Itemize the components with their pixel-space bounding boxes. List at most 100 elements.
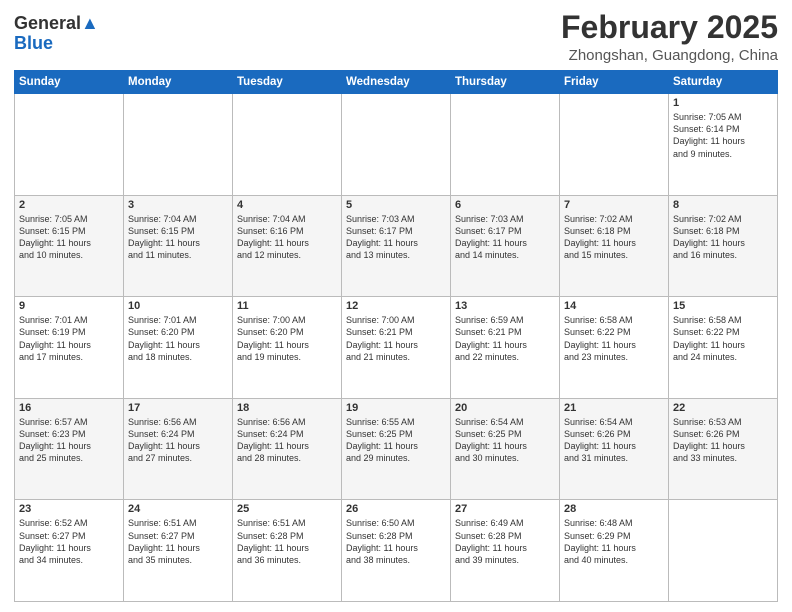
day-number: 5	[346, 199, 446, 211]
day-number: 1	[673, 97, 773, 109]
day-number: 21	[564, 402, 664, 414]
day-number: 16	[19, 402, 119, 414]
table-cell: 9 Sunrise: 7:01 AM Sunset: 6:19 PM Daylig…	[15, 297, 124, 399]
table-cell: 20Sunrise: 6:54 AM Sunset: 6:25 PM Dayli…	[451, 398, 560, 500]
day-number: 17	[128, 402, 228, 414]
table-cell	[124, 94, 233, 196]
day-info: Sunrise: 6:58 AM Sunset: 6:22 PM Dayligh…	[564, 314, 664, 363]
table-cell: 13 Sunrise: 6:59 AM Sunset: 6:21 PM Dayli…	[451, 297, 560, 399]
logo: General▲ Blue	[14, 14, 99, 54]
day-info: Sunrise: 7:04 AM Sunset: 6:15 PM Dayligh…	[128, 213, 228, 262]
day-number: 10	[128, 300, 228, 312]
calendar-week-row: 9 Sunrise: 7:01 AM Sunset: 6:19 PM Daylig…	[15, 297, 778, 399]
calendar-table: Sunday Monday Tuesday Wednesday Thursday…	[14, 70, 778, 602]
table-cell: 15 Sunrise: 6:58 AM Sunset: 6:22 PM Dayli…	[669, 297, 778, 399]
day-number: 6	[455, 199, 555, 211]
day-number: 8	[673, 199, 773, 211]
table-cell: 21 Sunrise: 6:54 AM Sunset: 6:26 PM Dayli…	[560, 398, 669, 500]
day-info: Sunrise: 6:56 AM Sunset: 6:24 PM Dayligh…	[237, 416, 337, 465]
day-number: 9	[19, 300, 119, 312]
logo-icon: ▲	[81, 13, 99, 33]
header: General▲ Blue February 2025 Zhongshan, G…	[14, 10, 778, 64]
table-cell: 2Sunrise: 7:05 AM Sunset: 6:15 PM Daylig…	[15, 195, 124, 297]
day-number: 23	[19, 503, 119, 515]
header-sunday: Sunday	[15, 71, 124, 94]
table-cell: 25Sunrise: 6:51 AM Sunset: 6:28 PM Dayli…	[233, 500, 342, 602]
header-friday: Friday	[560, 71, 669, 94]
day-number: 15	[673, 300, 773, 312]
calendar-week-row: 16 Sunrise: 6:57 AM Sunset: 6:23 PM Dayli…	[15, 398, 778, 500]
day-number: 12	[346, 300, 446, 312]
day-number: 26	[346, 503, 446, 515]
title-block: February 2025 Zhongshan, Guangdong, Chin…	[561, 10, 778, 64]
logo-general: General	[14, 13, 81, 33]
day-info: Sunrise: 6:49 AM Sunset: 6:28 PM Dayligh…	[455, 517, 555, 566]
header-monday: Monday	[124, 71, 233, 94]
table-cell: 5 Sunrise: 7:03 AM Sunset: 6:17 PM Daylig…	[342, 195, 451, 297]
table-cell: 1 Sunrise: 7:05 AM Sunset: 6:14 PM Daylig…	[669, 94, 778, 196]
month-title: February 2025	[561, 10, 778, 45]
table-cell: 8 Sunrise: 7:02 AM Sunset: 6:18 PM Daylig…	[669, 195, 778, 297]
day-info: Sunrise: 7:05 AM Sunset: 6:14 PM Dayligh…	[673, 111, 773, 160]
table-cell: 14 Sunrise: 6:58 AM Sunset: 6:22 PM Dayli…	[560, 297, 669, 399]
day-number: 2	[19, 199, 119, 211]
day-info: Sunrise: 7:03 AM Sunset: 6:17 PM Dayligh…	[346, 213, 446, 262]
table-cell	[15, 94, 124, 196]
day-info: Sunrise: 6:55 AM Sunset: 6:25 PM Dayligh…	[346, 416, 446, 465]
table-cell: 10 Sunrise: 7:01 AM Sunset: 6:20 PM Dayli…	[124, 297, 233, 399]
header-saturday: Saturday	[669, 71, 778, 94]
day-info: Sunrise: 6:56 AM Sunset: 6:24 PM Dayligh…	[128, 416, 228, 465]
table-cell: 16 Sunrise: 6:57 AM Sunset: 6:23 PM Dayli…	[15, 398, 124, 500]
table-cell: 6 Sunrise: 7:03 AM Sunset: 6:17 PM Daylig…	[451, 195, 560, 297]
day-number: 4	[237, 199, 337, 211]
day-info: Sunrise: 6:53 AM Sunset: 6:26 PM Dayligh…	[673, 416, 773, 465]
day-number: 13	[455, 300, 555, 312]
day-info: Sunrise: 7:00 AM Sunset: 6:20 PM Dayligh…	[237, 314, 337, 363]
table-cell: 26Sunrise: 6:50 AM Sunset: 6:28 PM Dayli…	[342, 500, 451, 602]
day-number: 27	[455, 503, 555, 515]
day-info: Sunrise: 6:48 AM Sunset: 6:29 PM Dayligh…	[564, 517, 664, 566]
table-cell: 28 Sunrise: 6:48 AM Sunset: 6:29 PM Dayli…	[560, 500, 669, 602]
day-number: 24	[128, 503, 228, 515]
day-info: Sunrise: 6:58 AM Sunset: 6:22 PM Dayligh…	[673, 314, 773, 363]
table-cell: 17 Sunrise: 6:56 AM Sunset: 6:24 PM Dayli…	[124, 398, 233, 500]
header-wednesday: Wednesday	[342, 71, 451, 94]
table-cell: 4 Sunrise: 7:04 AM Sunset: 6:16 PM Daylig…	[233, 195, 342, 297]
location: Zhongshan, Guangdong, China	[561, 47, 778, 64]
day-info: Sunrise: 7:01 AM Sunset: 6:20 PM Dayligh…	[128, 314, 228, 363]
table-cell	[342, 94, 451, 196]
day-number: 19	[346, 402, 446, 414]
header-thursday: Thursday	[451, 71, 560, 94]
day-info: Sunrise: 6:59 AM Sunset: 6:21 PM Dayligh…	[455, 314, 555, 363]
table-cell	[560, 94, 669, 196]
day-number: 11	[237, 300, 337, 312]
table-cell: 12Sunrise: 7:00 AM Sunset: 6:21 PM Dayli…	[342, 297, 451, 399]
table-cell: 7Sunrise: 7:02 AM Sunset: 6:18 PM Daylig…	[560, 195, 669, 297]
calendar-week-row: 23 Sunrise: 6:52 AM Sunset: 6:27 PM Dayli…	[15, 500, 778, 602]
day-info: Sunrise: 6:54 AM Sunset: 6:26 PM Dayligh…	[564, 416, 664, 465]
day-number: 7	[564, 199, 664, 211]
table-cell: 22 Sunrise: 6:53 AM Sunset: 6:26 PM Dayli…	[669, 398, 778, 500]
table-cell	[233, 94, 342, 196]
calendar-week-row: 2Sunrise: 7:05 AM Sunset: 6:15 PM Daylig…	[15, 195, 778, 297]
day-info: Sunrise: 7:04 AM Sunset: 6:16 PM Dayligh…	[237, 213, 337, 262]
day-info: Sunrise: 6:51 AM Sunset: 6:27 PM Dayligh…	[128, 517, 228, 566]
day-number: 3	[128, 199, 228, 211]
table-cell	[451, 94, 560, 196]
table-cell	[669, 500, 778, 602]
table-cell: 23 Sunrise: 6:52 AM Sunset: 6:27 PM Dayli…	[15, 500, 124, 602]
day-info: Sunrise: 7:02 AM Sunset: 6:18 PM Dayligh…	[673, 213, 773, 262]
day-number: 14	[564, 300, 664, 312]
table-cell: 3 Sunrise: 7:04 AM Sunset: 6:15 PM Daylig…	[124, 195, 233, 297]
day-info: Sunrise: 6:54 AM Sunset: 6:25 PM Dayligh…	[455, 416, 555, 465]
day-number: 22	[673, 402, 773, 414]
day-info: Sunrise: 6:57 AM Sunset: 6:23 PM Dayligh…	[19, 416, 119, 465]
day-number: 28	[564, 503, 664, 515]
table-cell: 18Sunrise: 6:56 AM Sunset: 6:24 PM Dayli…	[233, 398, 342, 500]
table-cell: 19 Sunrise: 6:55 AM Sunset: 6:25 PM Dayli…	[342, 398, 451, 500]
day-info: Sunrise: 7:01 AM Sunset: 6:19 PM Dayligh…	[19, 314, 119, 363]
calendar-page: General▲ Blue February 2025 Zhongshan, G…	[0, 0, 792, 612]
header-tuesday: Tuesday	[233, 71, 342, 94]
day-info: Sunrise: 6:52 AM Sunset: 6:27 PM Dayligh…	[19, 517, 119, 566]
day-info: Sunrise: 7:03 AM Sunset: 6:17 PM Dayligh…	[455, 213, 555, 262]
